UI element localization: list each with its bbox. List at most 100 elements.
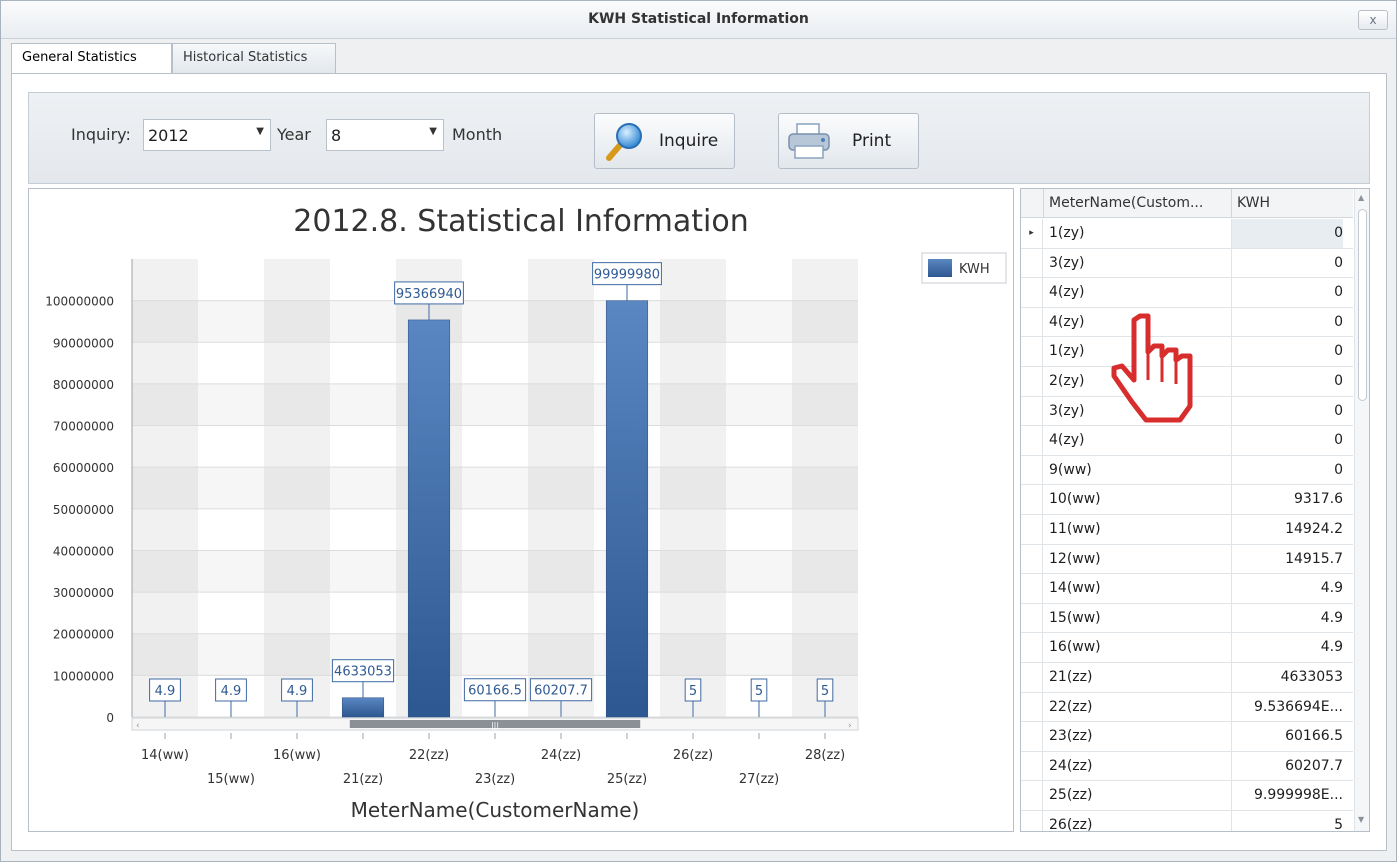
chevron-down-icon[interactable]: ▼	[429, 126, 437, 137]
cell-kwh[interactable]: 5	[1231, 811, 1343, 831]
row-indicator[interactable]	[1021, 811, 1043, 831]
x-tick-label: 25(zz)	[607, 772, 647, 787]
cell-metername[interactable]: 11(ww)	[1049, 521, 1219, 537]
cell-kwh[interactable]: 4.9	[1231, 633, 1343, 663]
row-indicator[interactable]	[1021, 248, 1043, 278]
cell-kwh[interactable]: 0	[1231, 337, 1343, 367]
row-indicator[interactable]	[1021, 663, 1043, 692]
cell-kwh[interactable]: 0	[1231, 278, 1343, 308]
cell-kwh[interactable]: 4.9	[1231, 574, 1343, 604]
year-select[interactable]: 2012 ▼	[143, 119, 271, 151]
close-button[interactable]: x	[1358, 10, 1388, 30]
row-indicator[interactable]	[1021, 307, 1043, 337]
row-indicator[interactable]	[1021, 278, 1043, 308]
cell-kwh[interactable]: 9.536694E...	[1231, 692, 1343, 722]
chevron-down-icon[interactable]: ▼	[256, 126, 264, 137]
row-indicator[interactable]	[1021, 603, 1043, 633]
cell-metername[interactable]: 26(zz)	[1049, 817, 1219, 831]
table-row[interactable]: 25(zz) 9.999998E...	[1021, 781, 1353, 811]
table-row[interactable]: 10(ww) 9317.6	[1021, 485, 1353, 515]
cell-kwh[interactable]: 60166.5	[1231, 722, 1343, 752]
column-header-kwh[interactable]: KWH	[1237, 195, 1337, 211]
cell-metername[interactable]: 1(zy)	[1049, 225, 1219, 241]
month-select[interactable]: 8 ▼	[326, 119, 444, 151]
cell-kwh[interactable]: 14915.7	[1231, 544, 1343, 574]
cell-metername[interactable]: 24(zz)	[1049, 758, 1219, 774]
cell-metername[interactable]: 14(ww)	[1049, 580, 1219, 596]
cell-kwh[interactable]: 4.9	[1231, 603, 1343, 633]
cell-metername[interactable]: 3(zy)	[1049, 255, 1219, 271]
cell-kwh[interactable]: 0	[1231, 219, 1343, 248]
row-indicator[interactable]	[1021, 367, 1043, 396]
row-indicator[interactable]: ▸	[1021, 219, 1043, 248]
cell-kwh[interactable]: 9.999998E...	[1231, 781, 1343, 811]
cell-metername[interactable]: 25(zz)	[1049, 787, 1219, 803]
cell-metername[interactable]: 23(zz)	[1049, 728, 1219, 744]
cell-metername[interactable]: 21(zz)	[1049, 669, 1219, 685]
table-row[interactable]: 15(ww) 4.9	[1021, 603, 1353, 634]
table-row[interactable]: 12(ww) 14915.7	[1021, 544, 1353, 575]
table-row[interactable]: 4(zy) 0	[1021, 278, 1353, 308]
table-row[interactable]: ▸ 1(zy) 0	[1021, 219, 1353, 249]
kwh-statistics-window: KWH Statistical Information x General St…	[0, 0, 1397, 862]
cell-kwh[interactable]: 14924.2	[1231, 515, 1343, 544]
cell-metername[interactable]: 10(ww)	[1049, 491, 1219, 507]
cell-kwh[interactable]: 0	[1231, 248, 1343, 278]
print-button[interactable]: Print	[778, 113, 919, 169]
cell-metername[interactable]: 9(ww)	[1049, 462, 1219, 478]
inquire-button[interactable]: Inquire	[594, 113, 735, 169]
cell-metername[interactable]: 12(ww)	[1049, 551, 1219, 567]
grid-header: MeterName(Custom... KWH	[1021, 189, 1353, 218]
x-tick-label: 21(zz)	[343, 772, 383, 787]
grid-band	[132, 301, 858, 343]
table-row[interactable]: 16(ww) 4.9	[1021, 633, 1353, 663]
row-indicator[interactable]	[1021, 544, 1043, 574]
year-value: 2012	[148, 126, 189, 145]
cell-metername[interactable]: 4(zy)	[1049, 284, 1219, 300]
table-row[interactable]: 23(zz) 60166.5	[1021, 722, 1353, 752]
cell-kwh[interactable]: 60207.7	[1231, 751, 1343, 781]
inquiry-label: Inquiry:	[71, 125, 131, 144]
row-indicator[interactable]	[1021, 396, 1043, 426]
scroll-up-icon[interactable]: ▲	[1358, 193, 1364, 202]
row-indicator[interactable]	[1021, 337, 1043, 367]
row-indicator[interactable]	[1021, 751, 1043, 781]
row-indicator[interactable]	[1021, 692, 1043, 722]
cell-kwh[interactable]: 9317.6	[1231, 485, 1343, 515]
cell-metername[interactable]: 4(zy)	[1049, 432, 1219, 448]
column-header-metername[interactable]: MeterName(Custom...	[1049, 195, 1225, 211]
cell-kwh[interactable]: 4633053	[1231, 663, 1343, 692]
row-indicator[interactable]	[1021, 515, 1043, 544]
cell-kwh[interactable]: 0	[1231, 367, 1343, 396]
table-row[interactable]: 24(zz) 60207.7	[1021, 751, 1353, 782]
cell-metername[interactable]: 16(ww)	[1049, 639, 1219, 655]
cell-kwh[interactable]: 0	[1231, 396, 1343, 426]
row-indicator[interactable]	[1021, 722, 1043, 752]
row-indicator[interactable]	[1021, 485, 1043, 515]
row-indicator[interactable]	[1021, 633, 1043, 663]
table-row[interactable]: 22(zz) 9.536694E...	[1021, 692, 1353, 723]
table-row[interactable]: 3(zy) 0	[1021, 248, 1353, 279]
row-indicator[interactable]	[1021, 455, 1043, 485]
kwh-bar-chart: 2012.8. Statistical Information 0 10000000…	[45, 204, 1007, 822]
row-indicator[interactable]	[1021, 781, 1043, 811]
cell-kwh[interactable]: 0	[1231, 426, 1343, 456]
cell-metername[interactable]: 22(zz)	[1049, 699, 1219, 715]
table-row[interactable]: 14(ww) 4.9	[1021, 574, 1353, 604]
tab-general-statistics[interactable]: General Statistics	[11, 43, 172, 74]
grid-vertical-scrollbar[interactable]: ▲ ▼	[1354, 189, 1369, 831]
row-indicator[interactable]	[1021, 574, 1043, 604]
cell-kwh[interactable]: 0	[1231, 455, 1343, 485]
y-tick-label: 10000000	[53, 669, 114, 683]
scrollbar-thumb[interactable]	[1358, 209, 1367, 401]
table-row[interactable]: 26(zz) 5	[1021, 811, 1353, 831]
cell-metername[interactable]: 15(ww)	[1049, 610, 1219, 626]
table-row[interactable]: 11(ww) 14924.2	[1021, 515, 1353, 545]
tab-historical-statistics[interactable]: Historical Statistics	[172, 43, 336, 73]
cell-kwh[interactable]: 0	[1231, 307, 1343, 337]
grid-band	[132, 634, 858, 676]
row-indicator[interactable]	[1021, 426, 1043, 456]
scroll-down-icon[interactable]: ▼	[1358, 815, 1364, 824]
table-row[interactable]: 21(zz) 4633053	[1021, 663, 1353, 693]
table-row[interactable]: 9(ww) 0	[1021, 455, 1353, 486]
